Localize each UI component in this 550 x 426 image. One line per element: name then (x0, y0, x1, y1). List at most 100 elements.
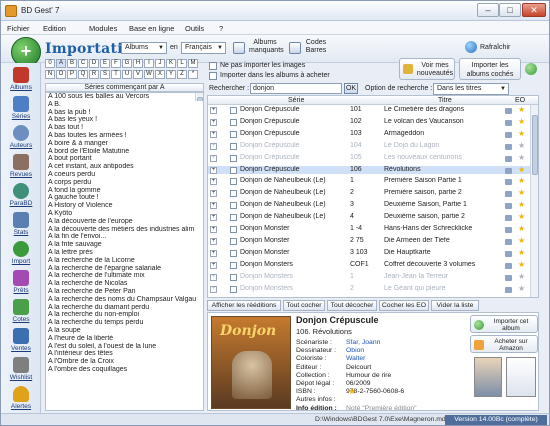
nav-series[interactable]: Séries (4, 96, 38, 126)
nav-cotes[interactable]: Cotes (4, 299, 38, 329)
table-row[interactable]: + Donjon Crépuscule 102 Le volcan des Vauca… (208, 118, 538, 127)
menu-outils[interactable]: Outils (185, 24, 204, 33)
alpha-key-a[interactable]: A (56, 59, 66, 68)
search-option-select[interactable]: Dans les titres ▼ (433, 83, 509, 95)
search-ok-button[interactable]: OK (344, 83, 358, 94)
nav-alertes[interactable]: Alertes (4, 386, 38, 416)
nav-stats[interactable]: Stats (4, 212, 38, 242)
row-checkbox[interactable] (230, 190, 237, 198)
alpha-key-e[interactable]: E (100, 59, 110, 68)
row-checkbox[interactable] (230, 202, 237, 210)
expand-icon[interactable]: + (210, 154, 217, 162)
alpha-key-0[interactable]: 0 (45, 59, 55, 68)
table-row[interactable]: + Donjon de Naheulbeuk (Le) 2 Première sais… (208, 189, 538, 198)
alpha-key-p[interactable]: P (67, 70, 77, 79)
alpha-key-w[interactable]: W (144, 70, 154, 79)
star-icon[interactable]: ★ (518, 273, 525, 282)
expand-icon[interactable]: + (210, 118, 217, 126)
edition-icon[interactable] (505, 203, 512, 210)
list-item[interactable]: A la découverte de l'europe (46, 218, 203, 226)
expand-icon[interactable]: + (210, 107, 217, 114)
list-item[interactable]: A la recherche du temps perdu (46, 319, 203, 327)
alpha-key-c[interactable]: C (78, 59, 88, 68)
alpha-key-k[interactable]: K (166, 59, 176, 68)
edition-icon[interactable] (505, 108, 512, 114)
list-item[interactable]: A bas la pub ! (46, 109, 203, 117)
table-row[interactable]: + Donjon Monsters 1 Jean-Jean la Terreur ★ (208, 273, 538, 282)
thumbnail-image[interactable] (474, 357, 502, 397)
add-to-buy-checkbox[interactable] (209, 72, 217, 80)
table-row[interactable]: + Donjon Crépuscule 105 Les nouveaux centur… (208, 154, 538, 163)
expand-icon[interactable]: + (210, 249, 217, 257)
row-checkbox[interactable] (230, 107, 237, 114)
table-row[interactable]: + Donjon Crépuscule 101 Le Cimetière des dr… (208, 106, 538, 115)
alpha-key-f[interactable]: F (111, 59, 121, 68)
alpha-key-r[interactable]: R (89, 70, 99, 79)
nav-prets[interactable]: Prêts (4, 270, 38, 300)
alpha-key-o[interactable]: O (56, 70, 66, 79)
row-checkbox[interactable] (230, 166, 237, 174)
column-serie[interactable]: Série (288, 97, 304, 104)
alpha-key-d[interactable]: D (89, 59, 99, 68)
list-item[interactable]: A la recherche du non-emploi (46, 311, 203, 319)
alpha-key-n[interactable]: N (45, 70, 55, 79)
voir-nouveautes-button[interactable]: Voir mes nouveautés (399, 58, 455, 80)
list-item[interactable]: A bord de l'Etoile Matutine (46, 148, 203, 156)
star-icon[interactable]: ★ (518, 189, 525, 198)
scroll-thumb[interactable] (197, 97, 203, 101)
expand-icon[interactable]: + (210, 226, 217, 233)
row-checkbox[interactable] (230, 226, 237, 233)
list-item[interactable]: A la recherche du diamant perdu (46, 304, 203, 312)
minimize-button[interactable]: – (477, 3, 499, 17)
list-item[interactable]: A la recherche de Nicolas (46, 280, 203, 288)
list-item[interactable]: A bas tout ! (46, 124, 203, 132)
row-checkbox[interactable] (230, 237, 237, 245)
type-select[interactable]: Albums ▼ (121, 42, 167, 54)
expand-icon[interactable]: + (210, 166, 217, 174)
expand-icon[interactable]: + (210, 142, 217, 150)
edition-icon[interactable] (505, 286, 512, 293)
list-item[interactable]: A l'est du soleil, à l'ouest de la lune (46, 343, 203, 351)
edition-icon[interactable] (505, 143, 512, 150)
menu-fichier[interactable]: Fichier (7, 24, 30, 33)
nav-revues[interactable]: Revues (4, 154, 38, 184)
expand-icon[interactable]: + (210, 202, 217, 210)
maximize-button[interactable]: □ (499, 3, 521, 17)
list-item[interactable]: A gauche toute ! (46, 194, 203, 202)
grid-scrollbar[interactable] (530, 105, 538, 297)
list-item[interactable]: A 100 sous les balles au Vercors (46, 93, 203, 101)
expand-icon[interactable]: + (210, 237, 217, 245)
expand-icon[interactable]: + (210, 190, 217, 198)
list-item[interactable]: A la recherche de Peter Pan (46, 288, 203, 296)
row-checkbox[interactable] (230, 130, 237, 138)
alpha-key-star[interactable]: * (188, 70, 198, 79)
alpha-key-h[interactable]: H (133, 59, 143, 68)
list-item[interactable]: A la lettre près (46, 249, 203, 257)
star-icon[interactable]: ★ (518, 249, 525, 258)
row-checkbox[interactable] (230, 249, 237, 257)
list-item[interactable]: A cet instant, aux antipodes (46, 163, 203, 171)
alpha-key-q[interactable]: Q (78, 70, 88, 79)
table-row[interactable]: + Donjon Monster 3 103 Die Hauptkarte ★ (208, 249, 538, 258)
list-item[interactable]: A la recherche de l'épargne salariale (46, 265, 203, 273)
star-icon[interactable]: ★ (518, 213, 525, 222)
expand-icon[interactable]: + (210, 273, 217, 281)
list-item[interactable]: A B. (46, 101, 203, 109)
barcode-icon[interactable] (289, 42, 301, 54)
star-icon[interactable]: ★ (518, 142, 525, 151)
expand-icon[interactable]: + (210, 261, 217, 269)
tout-cocher-button[interactable]: Tout cocher (283, 300, 325, 311)
nav-ventes[interactable]: Ventes (4, 328, 38, 358)
row-checkbox[interactable] (230, 214, 237, 222)
table-row[interactable]: + Donjon de Naheulbeuk (Le) 3 Deuxième Sais… (208, 201, 538, 210)
list-item[interactable]: A corps perdu (46, 179, 203, 187)
refresh-button[interactable]: Rafraîchir (480, 44, 510, 51)
list-item[interactable]: A History of Violence (46, 202, 203, 210)
alpha-key-x[interactable]: X (155, 70, 165, 79)
star-icon[interactable]: ★ (518, 261, 525, 270)
list-item[interactable]: A la soupe (46, 327, 203, 335)
edition-icon[interactable] (505, 191, 512, 198)
alpha-key-m[interactable]: M (188, 59, 198, 68)
list-item[interactable]: A la recherche des noms du Champsaur Val… (46, 296, 203, 304)
expand-icon[interactable]: + (210, 285, 217, 293)
